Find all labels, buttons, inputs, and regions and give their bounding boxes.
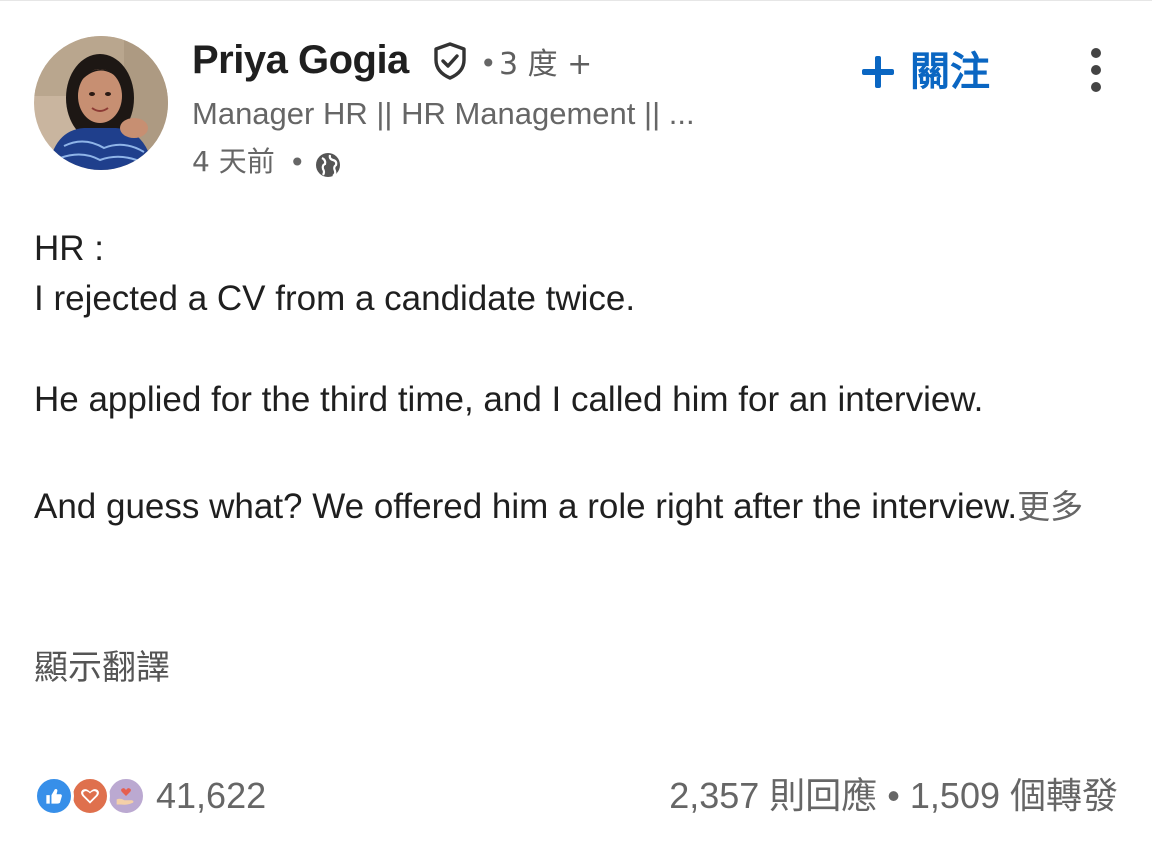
connection-degree: 3 度 + <box>499 47 593 82</box>
author-avatar[interactable] <box>34 36 168 170</box>
more-dot-1 <box>1091 48 1101 58</box>
post-line-with-more: And guess what? We offered him a role ri… <box>34 476 1124 538</box>
post-line: He applied for the third time, and I cal… <box>34 380 984 419</box>
reactions-summary[interactable]: 41,622 <box>34 772 266 820</box>
support-icon <box>106 776 146 816</box>
reaction-icons <box>34 774 148 818</box>
post-body: HR : I rejected a CV from a candidate tw… <box>34 224 1124 538</box>
post-line: I rejected a CV from a candidate twice. <box>34 279 636 318</box>
more-dot-3 <box>1091 82 1101 92</box>
author-headline: Manager HR || HR Management || ... <box>192 96 695 131</box>
follow-button[interactable]: 關注 <box>860 44 990 100</box>
follow-label: 關注 <box>910 49 990 95</box>
comments-count[interactable]: 2,357 則回應 <box>669 772 877 820</box>
verified-shield-icon <box>434 42 466 80</box>
like-icon <box>34 776 74 816</box>
avatar-photo <box>34 36 168 170</box>
show-translation-link[interactable]: 顯示翻譯 <box>34 646 170 690</box>
author-name[interactable]: Priya Gogia <box>192 34 409 86</box>
post-time: 4 天前 <box>192 145 275 178</box>
more-options-icon[interactable] <box>1082 48 1110 92</box>
meta-separator: • <box>480 47 497 80</box>
see-more-link[interactable]: 更多 <box>1017 487 1083 526</box>
reaction-count: 41,622 <box>156 775 267 816</box>
globe-icon <box>316 153 340 177</box>
post-text: And guess what? We offered him a role ri… <box>34 487 1018 526</box>
stats-separator: • <box>887 775 900 816</box>
love-icon <box>70 776 110 816</box>
reposts-count[interactable]: 1,509 個轉發 <box>910 772 1118 820</box>
top-divider <box>0 0 1152 1</box>
more-dot-2 <box>1091 65 1101 75</box>
plus-icon <box>860 54 896 90</box>
time-separator: • <box>289 146 306 179</box>
engagement-stats: 2,357 則回應 • 1,509 個轉發 <box>669 772 1118 820</box>
post-line: HR : <box>34 229 104 268</box>
